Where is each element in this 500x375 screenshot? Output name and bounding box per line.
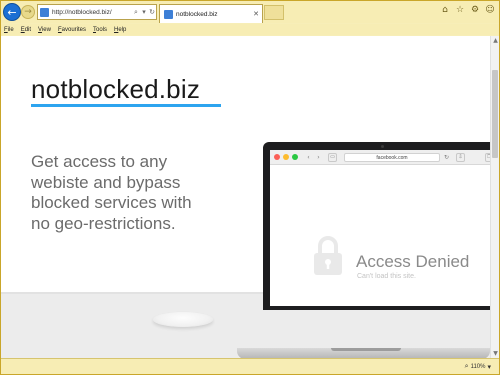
menu-view[interactable]: View — [38, 27, 51, 33]
maximize-dot-icon — [292, 154, 298, 160]
scroll-down-icon[interactable]: ▼ — [491, 349, 500, 358]
tagline-line: blocked services with — [31, 193, 192, 212]
tagline: Get access to any webiste and bypass blo… — [31, 152, 261, 234]
tab-notblocked[interactable]: notblocked.biz ✕ — [159, 4, 263, 23]
tagline-line: Get access to any — [31, 152, 168, 171]
zoom-level: 110% — [470, 363, 486, 370]
menu-bar: File Edit View Favourites Tools Help — [1, 24, 499, 35]
dropdown-icon[interactable]: ▾ — [140, 8, 148, 16]
toolbar-right: ⌂ ☆ ⚙ ☺ — [440, 5, 495, 15]
close-dot-icon — [274, 154, 280, 160]
tab-title: notblocked.biz — [176, 10, 218, 18]
address-bar[interactable]: http://notblocked.biz/ ⌕ ▾ ↻ — [37, 4, 157, 20]
site-logo[interactable]: notblocked.biz — [31, 74, 200, 105]
menu-favourites[interactable]: Favourites — [58, 27, 86, 33]
forward-arrow-icon[interactable]: → — [21, 5, 35, 19]
close-icon[interactable]: ✕ — [250, 10, 262, 18]
mini-forward-icon: › — [317, 154, 320, 161]
camera-dot — [381, 145, 384, 148]
back-arrow-icon[interactable]: ← — [3, 3, 21, 21]
tab-page-icon — [164, 9, 173, 19]
zoom-control[interactable]: ⌕ 110% ▾ — [465, 362, 491, 371]
page-icon — [40, 7, 49, 17]
menu-edit[interactable]: Edit — [21, 27, 31, 33]
mini-back-icon: ‹ — [307, 154, 310, 161]
mini-download-icon: ⇩ — [456, 153, 465, 162]
address-url[interactable]: http://notblocked.biz/ — [52, 9, 132, 16]
menu-help[interactable]: Help — [114, 27, 126, 33]
mini-url: facebook.com — [344, 153, 440, 162]
mini-browser-toolbar: ‹ › ▭ facebook.com ↻ ⇩ ❐ — [270, 150, 490, 165]
search-icon[interactable]: ⌕ — [132, 8, 140, 17]
tagline-line: no geo-restrictions. — [31, 213, 176, 233]
refresh-icon[interactable]: ↻ — [148, 8, 156, 16]
status-bar: ⌕ 110% ▾ — [1, 358, 499, 374]
chevron-down-icon: ▾ — [487, 362, 491, 371]
logo-underline — [31, 104, 221, 107]
browser-window: ← → http://notblocked.biz/ ⌕ ▾ ↻ notbloc… — [0, 0, 500, 375]
title-bar: ← → http://notblocked.biz/ ⌕ ▾ ↻ notbloc… — [1, 1, 499, 23]
gear-icon[interactable]: ⚙ — [470, 5, 480, 15]
minimize-dot-icon — [283, 154, 289, 160]
laptop-screen: ‹ › ▭ facebook.com ↻ ⇩ ❐ Access Denied C… — [270, 150, 490, 306]
vertical-scrollbar[interactable]: ▲ ▼ — [490, 36, 499, 358]
mini-refresh-icon: ↻ — [443, 154, 450, 161]
home-icon[interactable]: ⌂ — [440, 5, 450, 15]
menu-file[interactable]: File — [4, 27, 14, 33]
access-denied-title: Access Denied — [356, 252, 470, 271]
access-denied-subtitle: Can't load this site. — [357, 273, 416, 280]
sidebar-icon: ▭ — [328, 153, 337, 162]
laptop-base-notch — [331, 348, 401, 351]
page-content: notblocked.biz Get access to any webiste… — [1, 36, 490, 358]
zoom-icon: ⌕ — [464, 362, 469, 370]
laptop-illustration: ‹ › ▭ facebook.com ↻ ⇩ ❐ Access Denied C… — [263, 142, 490, 310]
scroll-thumb[interactable] — [492, 70, 498, 158]
mouse-illustration — [153, 312, 213, 327]
new-tab-button[interactable] — [264, 5, 284, 20]
scroll-up-icon[interactable]: ▲ — [491, 36, 500, 45]
star-icon[interactable]: ☆ — [455, 5, 465, 15]
smiley-icon[interactable]: ☺ — [485, 5, 495, 15]
tagline-line: webiste and bypass — [31, 172, 181, 192]
menu-tools[interactable]: Tools — [93, 27, 107, 33]
lock-icon — [314, 236, 342, 275]
